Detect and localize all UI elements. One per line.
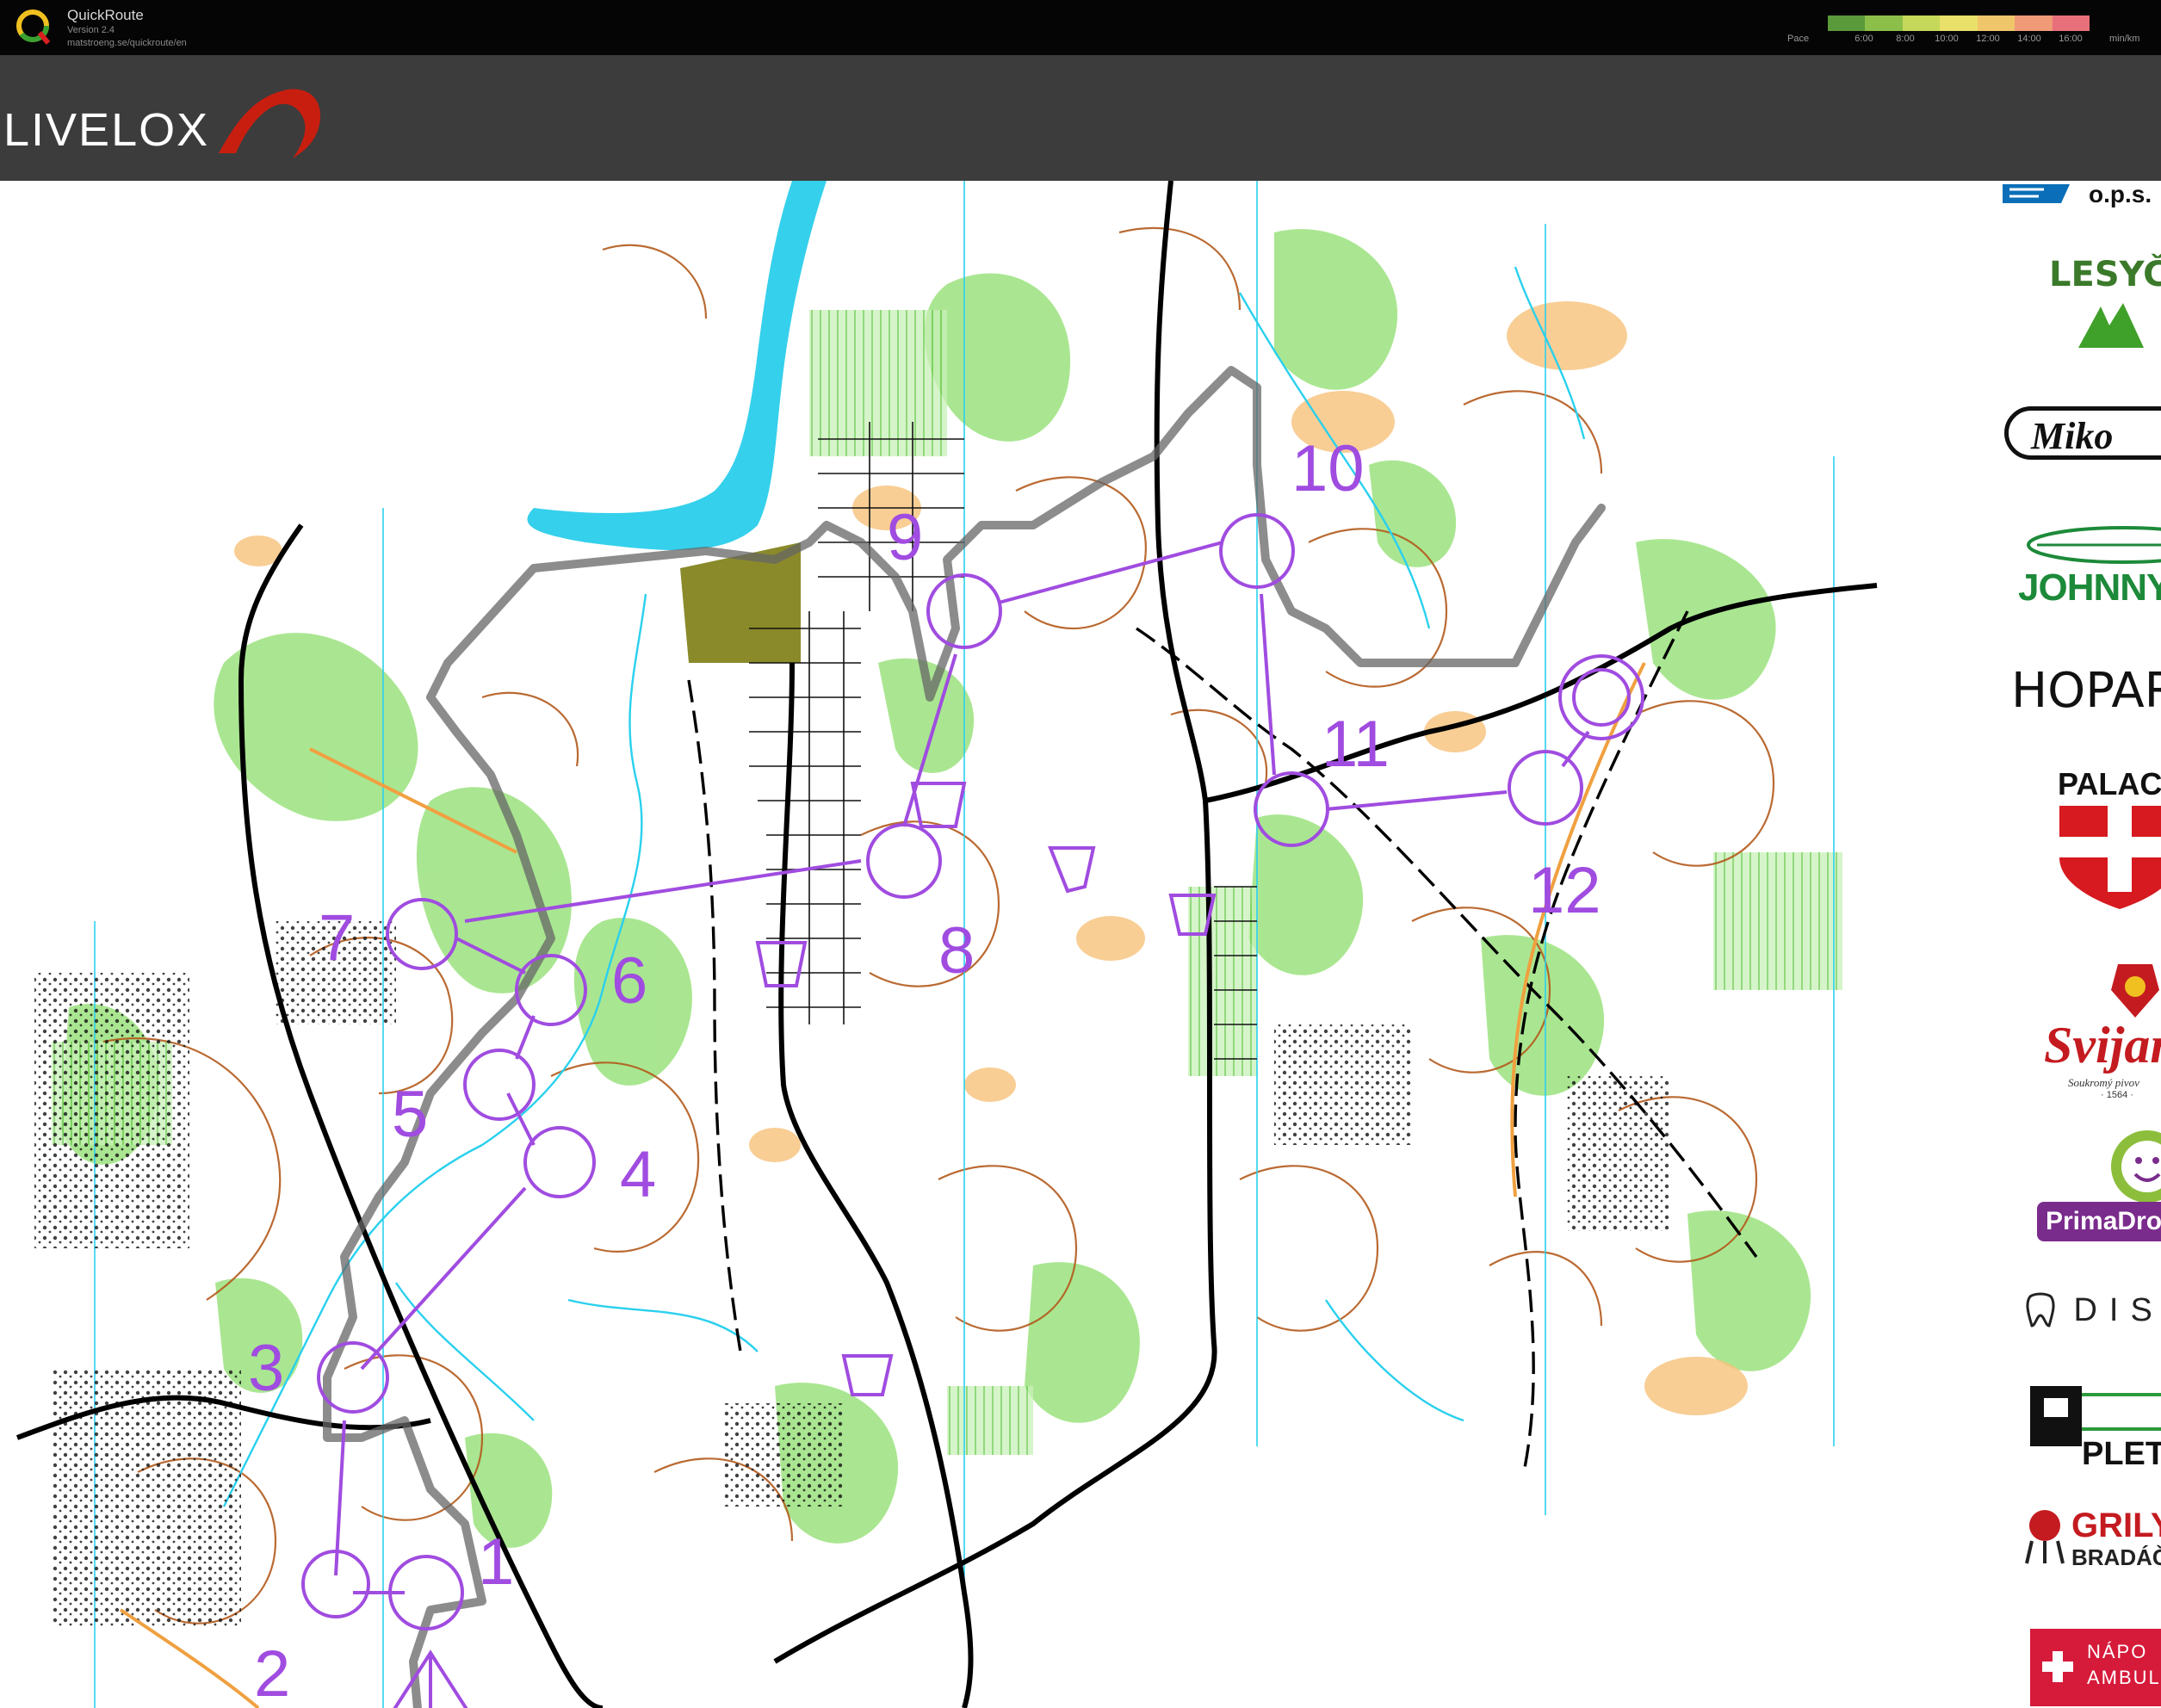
pace-scale-segment bbox=[1865, 15, 1903, 31]
control-number-4: 4 bbox=[620, 1138, 656, 1211]
sponsor-pletil: PLETIL bbox=[2030, 1386, 2161, 1476]
pace-tick: 14:00 bbox=[2017, 34, 2041, 44]
quickroute-toolbar: QuickRoute Version 2.4 matstroeng.se/qui… bbox=[0, 0, 2161, 55]
control-number-5: 5 bbox=[392, 1078, 428, 1151]
smiley-icon bbox=[2111, 1130, 2161, 1203]
pace-tick: 10:00 bbox=[1935, 34, 1959, 44]
sponsor-hopar: HOPAR bbox=[2011, 663, 2161, 719]
control-number-10: 10 bbox=[1291, 432, 1365, 505]
control-number-9: 9 bbox=[887, 501, 923, 574]
sponsor-strip: o.p.s. LESYČ Miko JOHNNY SE HOPAR PALACI… bbox=[1989, 181, 2161, 1708]
control-number-12: 12 bbox=[1528, 854, 1601, 927]
lesy-tree-icon bbox=[2078, 303, 2144, 348]
pace-tick: 12:00 bbox=[1976, 34, 2000, 44]
pace-label: Pace bbox=[1787, 34, 1810, 44]
sponsor-ops: o.p.s. bbox=[2001, 181, 2152, 211]
pace-scale-segment bbox=[2052, 15, 2090, 31]
sponsor-prima: PrimaDrog bbox=[2037, 1202, 2161, 1241]
sponsor-prima-face bbox=[2104, 1128, 2161, 1210]
pace-tick: 8:00 bbox=[1896, 34, 1915, 44]
map-canvas: 1 2 3 4 5 6 7 8 9 10 11 12 bbox=[15, 181, 1878, 1708]
sponsor-svijany-year: · 1564 · bbox=[2101, 1090, 2133, 1100]
pace-unit: min/km bbox=[2109, 34, 2140, 44]
pace-scale-segment bbox=[2015, 15, 2053, 31]
pace-scale-segment bbox=[1940, 15, 1978, 31]
pace-scale-segment bbox=[1977, 15, 2015, 31]
sponsor-miko: Miko bbox=[2004, 406, 2161, 460]
pace-scale-segment bbox=[1902, 15, 1941, 31]
app-title: QuickRoute bbox=[67, 7, 144, 23]
pace-tick: 16:00 bbox=[2059, 34, 2083, 44]
pace-tick: 6:00 bbox=[1854, 34, 1873, 44]
orienteering-map[interactable]: 1 2 3 4 5 6 7 8 9 10 11 12 bbox=[0, 181, 2161, 1708]
pace-scale-segment bbox=[1828, 15, 1866, 31]
quickroute-logo-icon bbox=[16, 9, 51, 45]
shield-icon bbox=[2059, 806, 2161, 909]
grill-icon bbox=[2025, 1510, 2065, 1564]
sponsor-diss: DISS bbox=[2023, 1291, 2161, 1329]
sponsor-johnny bbox=[2020, 525, 2161, 569]
sponsor-svijany: Svijan bbox=[2044, 1017, 2161, 1074]
control-number-8: 8 bbox=[938, 914, 975, 987]
sponsor-palaci: PALACI bbox=[2058, 766, 2161, 801]
ops-logo-icon bbox=[2003, 184, 2070, 203]
livelox-logo-text[interactable]: LIVELOX bbox=[3, 103, 209, 157]
app-version: Version 2.4 bbox=[67, 25, 115, 35]
johnny-logo-icon bbox=[2027, 526, 2161, 564]
pace-color-scale bbox=[1828, 15, 2090, 31]
control-number-7: 7 bbox=[319, 901, 355, 975]
sponsor-johnny-text: JOHNNY SE bbox=[2018, 566, 2161, 609]
sponsor-svijany-sub: Soukromý pivov bbox=[2068, 1076, 2139, 1089]
control-number-1: 1 bbox=[478, 1525, 514, 1599]
sponsor-ambulance: NÁPO AMBUL bbox=[2030, 1629, 2161, 1706]
sponsor-palaci-shield bbox=[2059, 806, 2161, 913]
control-number-6: 6 bbox=[611, 944, 647, 1018]
app-url[interactable]: matstroeng.se/quickroute/en bbox=[67, 37, 187, 49]
sponsor-lesy-mark bbox=[2075, 300, 2161, 356]
livelox-header: LIVELOX bbox=[0, 55, 2161, 181]
control-number-11: 11 bbox=[1322, 708, 1390, 781]
medical-cross-icon bbox=[2042, 1651, 2073, 1682]
tooth-icon bbox=[2026, 1292, 2055, 1327]
sponsor-lesy: LESYČ bbox=[2049, 255, 2161, 294]
control-number-2: 2 bbox=[254, 1637, 290, 1708]
control-number-3: 3 bbox=[248, 1332, 284, 1405]
sponsor-grily: GRILY BRADÁČ bbox=[2023, 1507, 2161, 1571]
crest-icon bbox=[2111, 964, 2159, 1018]
